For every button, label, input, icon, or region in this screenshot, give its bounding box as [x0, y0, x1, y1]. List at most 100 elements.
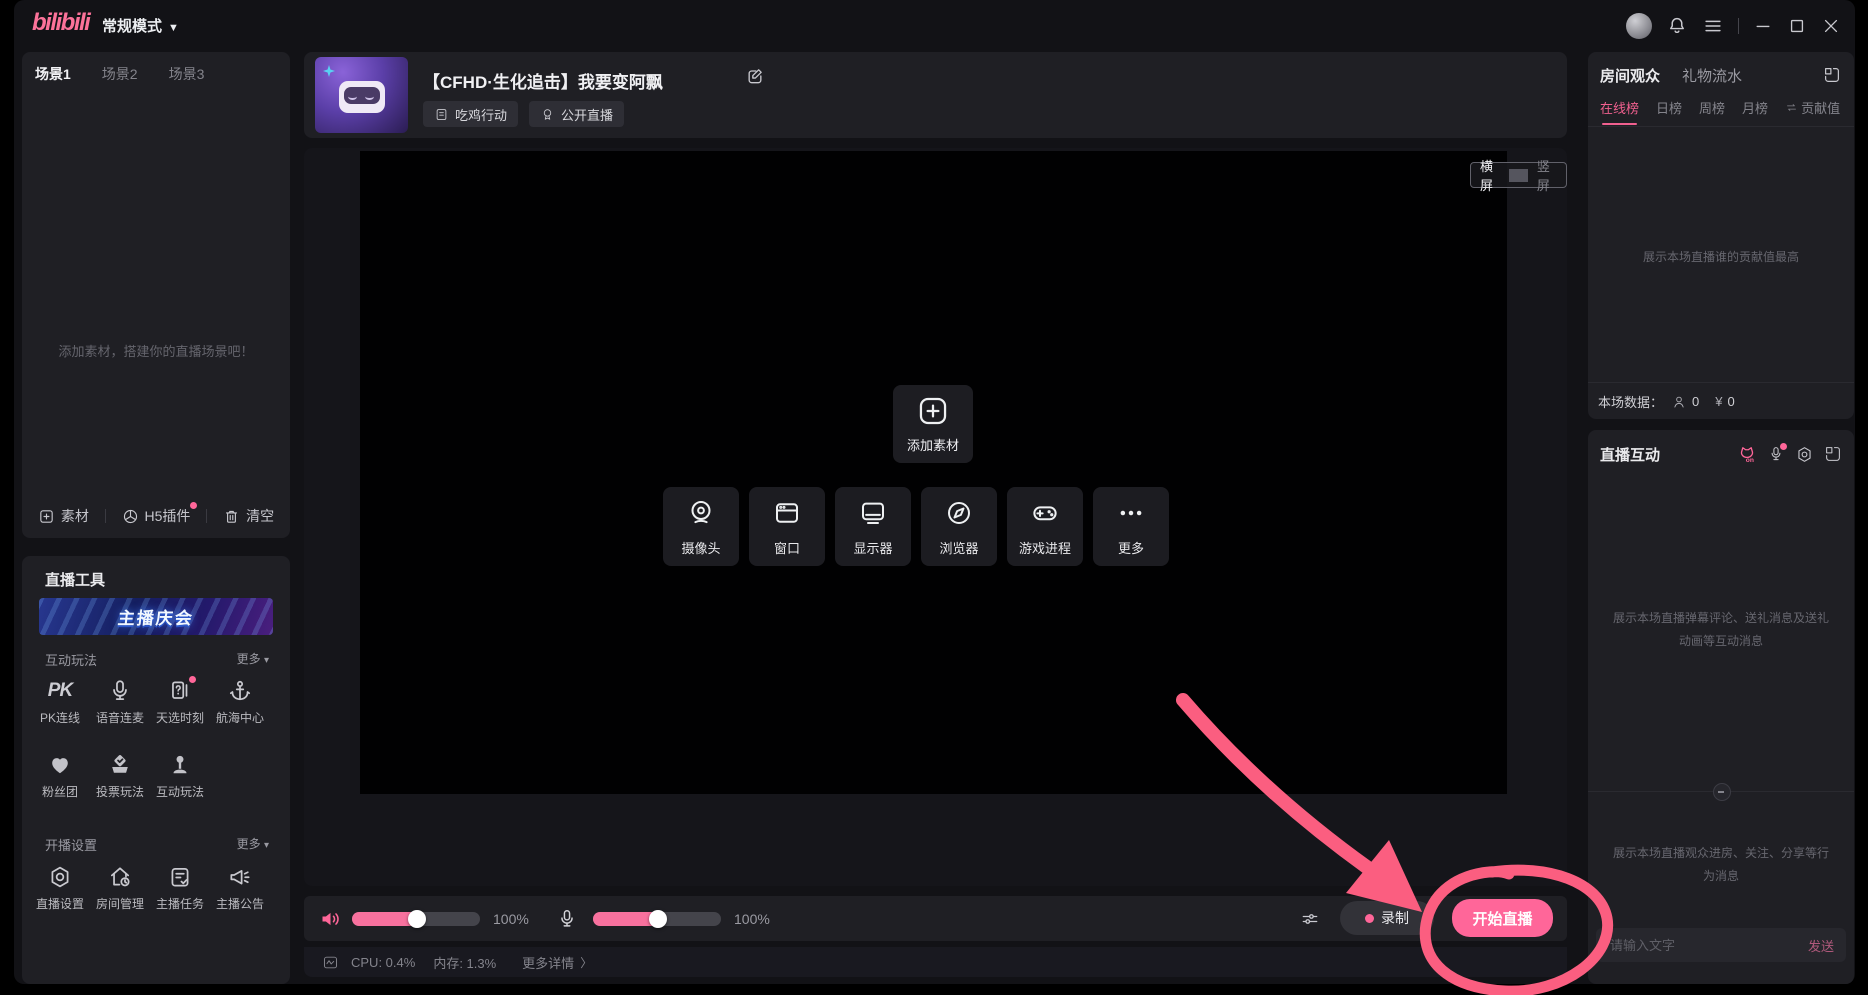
interact-more-button[interactable]: 更多 ▾	[237, 650, 269, 667]
speaker-icon[interactable]	[318, 907, 342, 931]
topbar: bilibili 常规模式▼	[14, 0, 1855, 52]
source-camera-button[interactable]: 摄像头	[663, 487, 739, 566]
tool-label: 房间管理	[90, 895, 150, 912]
preview-canvas[interactable]	[360, 151, 1507, 794]
tool-anchor-notice[interactable]: 主播公告	[210, 864, 270, 912]
tool-fan-club[interactable]: 粉丝团	[30, 752, 90, 800]
clear-label: 清空	[246, 506, 274, 526]
tool-voice-link[interactable]: 语音连麦	[90, 678, 150, 726]
tool-interact-play[interactable]: 互动玩法	[150, 752, 210, 800]
subtab-weekly-rank[interactable]: 周榜	[1699, 98, 1725, 117]
portrait-option[interactable]: 竖屏	[1528, 156, 1566, 194]
tool-live-settings[interactable]: 直播设置	[30, 864, 90, 912]
maximize-button[interactable]	[1787, 16, 1807, 36]
edit-icon[interactable]	[745, 66, 765, 86]
tab-scene-1[interactable]: 场景1	[35, 64, 71, 84]
send-button[interactable]: 发送	[1808, 936, 1834, 955]
gear-icon[interactable]	[1795, 445, 1814, 464]
plus-square-icon	[916, 394, 950, 428]
mic-volume-value: 100%	[734, 911, 770, 927]
chevron-down-icon: ▾	[264, 840, 269, 851]
tab-scene-2[interactable]: 场景2	[102, 64, 138, 84]
clear-scene-button[interactable]: 清空	[223, 506, 274, 526]
tool-vote[interactable]: 投票玩法	[90, 752, 150, 800]
chevron-down-icon: ▾	[264, 655, 269, 666]
source-display-button[interactable]: 显示器	[835, 487, 911, 566]
category-icon	[434, 107, 449, 122]
interact-section-label: 互动玩法	[45, 650, 97, 669]
gear-icon	[47, 864, 73, 890]
danmaku-cat-on-icon[interactable]: on	[1737, 444, 1757, 464]
tool-anchor-tasks[interactable]: 主播任务	[150, 864, 210, 912]
subtab-daily-rank[interactable]: 日榜	[1656, 98, 1682, 117]
popout-icon[interactable]	[1823, 66, 1841, 84]
chat-input[interactable]	[1608, 937, 1808, 954]
scene-tabs: 场景1 场景2 场景3	[35, 64, 204, 84]
tab-scene-3[interactable]: 场景3	[169, 64, 205, 84]
visibility-tag[interactable]: 公开直播	[529, 101, 624, 127]
audience-panel: 房间观众 礼物流水 在线榜 日榜 周榜 月榜 贡献值 展示本场直播谁的贡献值最高…	[1588, 52, 1854, 419]
slider-thumb[interactable]	[408, 910, 426, 928]
source-game-button[interactable]: 游戏进程	[1007, 487, 1083, 566]
slider-thumb[interactable]	[649, 910, 667, 928]
interaction-panel: 直播互动 on 展示本场直播弹幕评论、送礼消息及送礼动画等互动消息	[1588, 430, 1854, 984]
tab-room-viewers[interactable]: 房间观众	[1600, 65, 1660, 86]
material-label: 素材	[61, 506, 89, 526]
source-more-button[interactable]: 更多	[1093, 487, 1169, 566]
window-icon	[772, 498, 802, 528]
subtab-monthly-rank[interactable]: 月榜	[1742, 98, 1768, 117]
landscape-option[interactable]: 横屏	[1471, 156, 1509, 194]
plus-square-icon	[38, 508, 55, 525]
source-window-button[interactable]: 窗口	[749, 487, 825, 566]
popout-icon[interactable]	[1824, 445, 1842, 463]
source-label: 显示器	[835, 538, 911, 557]
record-button[interactable]: 录制	[1340, 901, 1434, 935]
control-bar: 100% 100% 录制 开始直播	[304, 896, 1567, 941]
add-material-center-button[interactable]: 添加素材	[893, 385, 973, 463]
chevron-right-icon: 〉	[580, 954, 592, 971]
mixer-icon[interactable]	[1300, 909, 1320, 929]
category-tag[interactable]: 吃鸡行动	[423, 101, 518, 127]
category-tag-label: 吃鸡行动	[455, 105, 507, 124]
tool-room-manage[interactable]: 房间管理	[90, 864, 150, 912]
divider	[105, 509, 106, 523]
more-label: 更多	[237, 652, 261, 666]
interaction-panel-title: 直播互动	[1600, 444, 1660, 465]
add-material-label: 添加素材	[893, 435, 973, 454]
tool-lucky-draw[interactable]: 天选时刻	[150, 678, 210, 726]
app-root: bilibili 常规模式▼	[0, 0, 1868, 995]
panel-resize-handle[interactable]	[1713, 783, 1731, 801]
mode-selector[interactable]: 常规模式▼	[102, 15, 179, 36]
add-material-button[interactable]: 素材	[38, 506, 89, 526]
source-browser-button[interactable]: 浏览器	[921, 487, 997, 566]
settings-section-label: 开播设置	[45, 835, 97, 854]
close-button[interactable]	[1821, 16, 1841, 36]
microphone-icon[interactable]	[556, 908, 578, 930]
source-label: 摄像头	[663, 538, 739, 557]
webcam-icon	[686, 498, 716, 528]
menu-icon[interactable]	[1702, 15, 1724, 37]
mode-label: 常规模式	[102, 18, 162, 35]
orientation-toggle: 横屏 竖屏	[1470, 162, 1567, 188]
mic-volume-slider[interactable]	[593, 912, 721, 926]
speaker-volume-slider[interactable]	[352, 912, 480, 926]
subtab-online-rank[interactable]: 在线榜	[1600, 98, 1639, 117]
tab-gift-flow[interactable]: 礼物流水	[1682, 65, 1742, 86]
anchor-celebration-banner[interactable]: 主播庆会	[39, 598, 273, 635]
subtab-contribution[interactable]: 贡献值	[1785, 98, 1840, 117]
stream-cover-image[interactable]	[315, 57, 408, 133]
h5-plugin-button[interactable]: H5插件	[122, 506, 191, 526]
bell-icon[interactable]	[1666, 15, 1688, 37]
person-icon	[1671, 394, 1687, 410]
record-label: 录制	[1381, 908, 1409, 928]
tool-voyage-center[interactable]: 航海中心	[210, 678, 270, 726]
minimize-button[interactable]	[1753, 16, 1773, 36]
avatar[interactable]	[1626, 13, 1652, 39]
tool-label: 主播任务	[150, 895, 210, 912]
svg-text:on: on	[1746, 457, 1754, 464]
tool-pk-link[interactable]: PK PK连线	[30, 678, 90, 726]
interaction-hint-top: 展示本场直播弹幕评论、送礼消息及送礼动画等互动消息	[1611, 607, 1831, 654]
start-live-button[interactable]: 开始直播	[1452, 899, 1553, 937]
more-details-link[interactable]: 更多详情	[522, 953, 574, 972]
settings-more-button[interactable]: 更多 ▾	[237, 835, 269, 852]
